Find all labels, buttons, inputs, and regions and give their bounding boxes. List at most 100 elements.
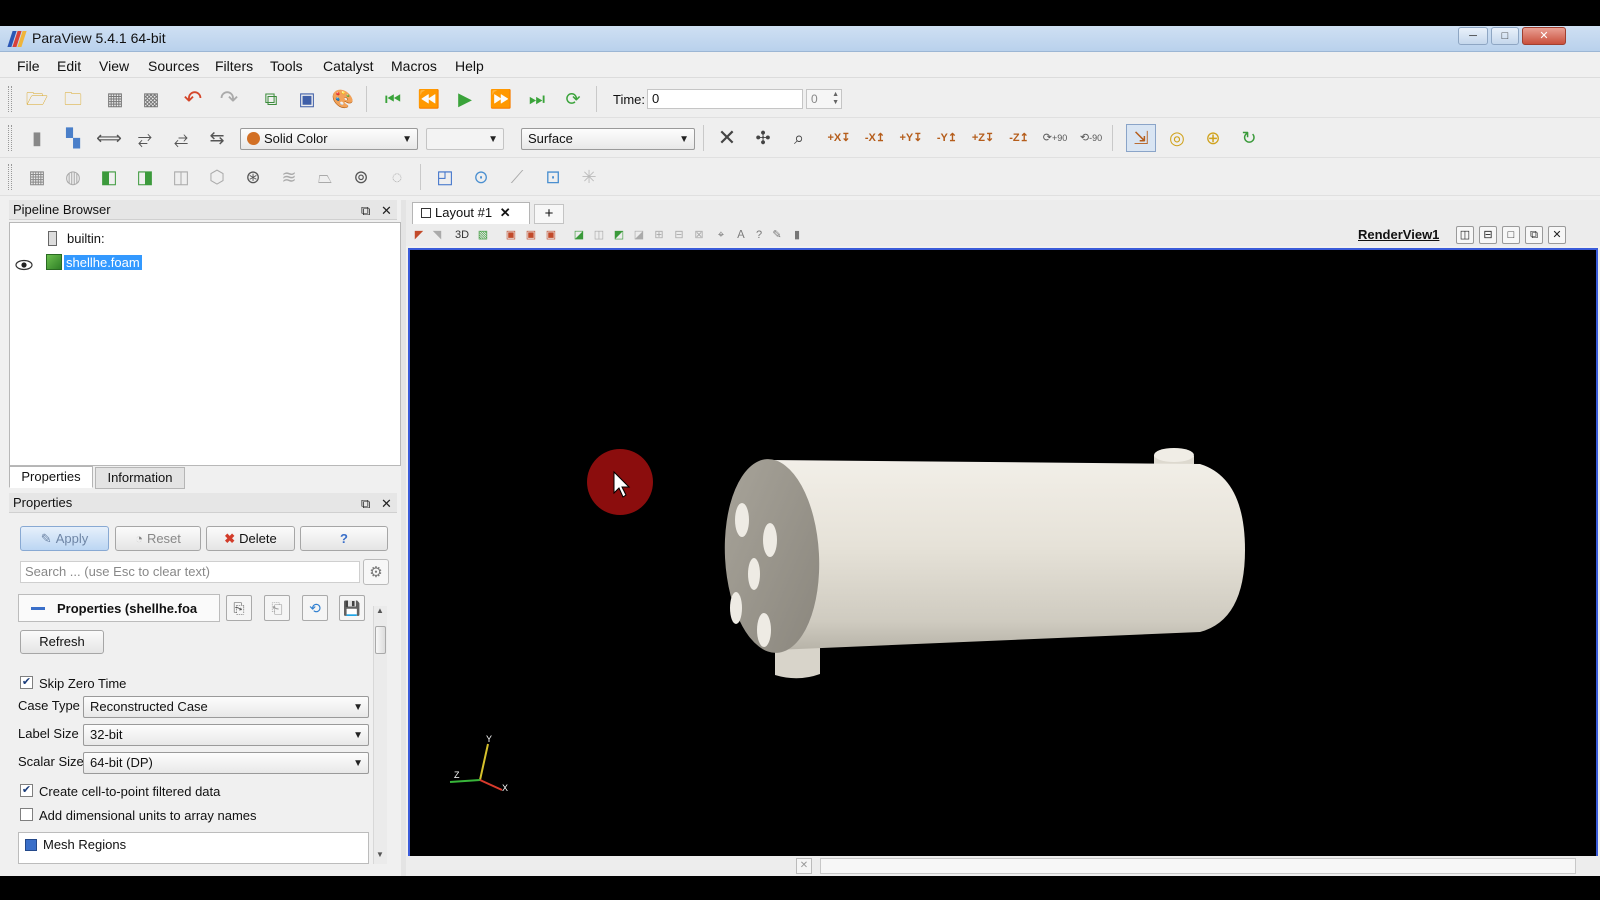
representation-select[interactable]: Surface ▼ — [521, 128, 695, 150]
rotate-minus-90-icon[interactable]: ⟲ -90 — [1074, 125, 1108, 151]
label-size-select[interactable]: 32-bit ▼ — [83, 724, 369, 746]
close-panel-icon[interactable]: ✕ — [381, 494, 392, 513]
hover-cells-icon[interactable]: ◪ — [632, 228, 646, 242]
apply-button[interactable]: ✎ Apply — [20, 526, 109, 551]
scroll-thumb[interactable] — [375, 626, 386, 654]
toolbar-grip[interactable] — [8, 86, 12, 112]
add-layout-tab-button[interactable]: + — [534, 204, 564, 224]
rescale-temporal-icon[interactable]: ⥄ — [168, 125, 194, 151]
delete-button[interactable]: ✖ Delete — [206, 526, 295, 551]
spin-arrows-icon[interactable]: ▲ ▼ — [832, 91, 839, 107]
split-vertical-icon[interactable]: ⊟ — [1479, 226, 1497, 244]
undo-icon[interactable]: ↶ — [180, 86, 206, 112]
menu-edit[interactable]: Edit — [57, 58, 81, 74]
first-frame-icon[interactable]: ⏮ — [380, 86, 406, 112]
reset-camera-icon[interactable]: ✕ — [714, 125, 740, 151]
find-data-icon[interactable]: ✳ — [576, 164, 602, 190]
menu-sources[interactable]: Sources — [148, 58, 199, 74]
color-by-select[interactable]: Solid Color ▼ — [240, 128, 418, 150]
save-screenshot-icon[interactable]: ▣ — [294, 86, 320, 112]
select-frustum-icon[interactable]: ▣ — [504, 228, 518, 242]
vcr-icon[interactable]: ▮ — [24, 125, 50, 151]
show-center-icon[interactable]: ◎ — [1164, 125, 1190, 151]
rescale-visible-icon[interactable]: ⇆ — [204, 125, 230, 151]
menu-catalyst[interactable]: Catalyst — [323, 58, 374, 74]
reset-center-icon[interactable]: ⊕ — [1200, 125, 1226, 151]
close-tab-icon[interactable]: ✕ — [500, 205, 511, 220]
calculator-icon[interactable]: ▦ — [24, 164, 50, 190]
close-panel-icon[interactable]: ✕ — [381, 201, 392, 220]
menu-help[interactable]: Help — [455, 58, 484, 74]
point-label-icon[interactable]: Ａ — [734, 228, 748, 242]
help-button[interactable]: ? — [300, 526, 388, 551]
panel-splitter[interactable] — [401, 200, 406, 876]
view-minus-z-icon[interactable]: -Z ↥ — [1002, 125, 1036, 151]
zoom-to-data-icon[interactable]: ✣ — [750, 125, 776, 151]
layout-tab[interactable]: Layout #1 ✕ — [412, 202, 530, 224]
skip-zero-time-checkbox[interactable]: ✔ — [20, 676, 33, 689]
group-datasets-icon[interactable]: ⊚ — [348, 164, 374, 190]
clip-icon[interactable]: ◧ — [96, 164, 122, 190]
rescale-custom-icon[interactable]: ⥂ — [132, 125, 158, 151]
pick-center-icon[interactable]: ↻ — [1236, 125, 1262, 151]
undock-icon[interactable]: ⧉ — [361, 494, 370, 513]
time-index-spinbox[interactable]: 0 ▲ ▼ — [806, 89, 842, 109]
reset-button[interactable]: ◔ Reset — [115, 526, 201, 551]
extract-level-icon[interactable]: ◌ — [384, 164, 410, 190]
copy-properties-icon[interactable]: ⎘ — [226, 595, 252, 621]
save-defaults-icon[interactable]: 💾 — [339, 595, 365, 621]
next-frame-icon[interactable]: ⏩ — [488, 86, 514, 112]
refresh-button[interactable]: Refresh — [20, 630, 104, 654]
maximize-button[interactable]: □ — [1491, 27, 1519, 45]
interactive-select-icon[interactable]: ◪ — [572, 228, 586, 242]
menu-filters[interactable]: Filters — [215, 58, 253, 74]
redo-icon[interactable]: ↷ — [216, 86, 242, 112]
grow-selection-icon[interactable]: ⊞ — [652, 228, 666, 242]
scalar-size-select[interactable]: 64-bit (DP) ▼ — [83, 752, 369, 774]
maximize-view-icon[interactable]: □ — [1502, 226, 1520, 244]
view-minus-x-icon[interactable]: -X ↥ — [858, 125, 892, 151]
advanced-gear-icon[interactable]: ⚙ — [363, 559, 389, 585]
render-view[interactable]: Y Z X — [408, 248, 1598, 872]
properties-scrollbar[interactable]: ▲ ▼ — [373, 606, 387, 864]
toggle-3d-button[interactable]: 3D — [452, 228, 472, 242]
abort-icon[interactable]: ✕ — [796, 858, 812, 874]
play-icon[interactable]: ▶ — [452, 86, 478, 112]
collapse-icon[interactable] — [31, 607, 45, 610]
zoom-to-box-icon[interactable]: ⌕ — [786, 125, 812, 151]
properties-search-input[interactable]: Search ... (use Esc to clear text) — [20, 561, 360, 583]
connect-server-icon[interactable]: ▦ — [102, 86, 128, 112]
capture-icon[interactable]: ▮ — [790, 228, 804, 242]
plot-over-line-icon[interactable]: ⟋ — [504, 164, 530, 190]
undock-view-icon[interactable]: ⧉ — [1525, 226, 1543, 244]
visibility-eye-icon[interactable] — [15, 259, 33, 271]
menu-file[interactable]: File — [17, 58, 40, 74]
view-plus-y-icon[interactable]: +Y ↧ — [894, 125, 928, 151]
color-map-editor-icon[interactable]: ▚ — [60, 125, 86, 151]
open-file-icon[interactable]: 🗁 — [24, 86, 50, 112]
cell-to-point-checkbox[interactable]: ✔ — [20, 784, 33, 797]
title-bar[interactable]: ParaView 5.4.1 64-bit ─ □ ✕ — [0, 26, 1600, 52]
mesh-regions-header-checkbox[interactable] — [25, 839, 37, 851]
shrink-selection-icon[interactable]: ⊟ — [672, 228, 686, 242]
view-plus-z-icon[interactable]: +Z ↧ — [966, 125, 1000, 151]
threshold-icon[interactable]: ◫ — [168, 164, 194, 190]
select-points-on-icon[interactable]: ◥ — [430, 228, 444, 242]
plot-over-time-icon[interactable]: ⊡ — [540, 164, 566, 190]
clear-selection-icon[interactable]: ⊠ — [692, 228, 706, 242]
split-horizontal-icon[interactable]: ◫ — [1456, 226, 1474, 244]
edit-selection-icon[interactable]: ⌖ — [714, 228, 728, 242]
close-view-icon[interactable]: ✕ — [1548, 226, 1566, 244]
scroll-down-icon[interactable]: ▼ — [376, 850, 384, 859]
loop-icon[interactable]: ⟳ — [560, 86, 586, 112]
menu-macros[interactable]: Macros — [391, 58, 437, 74]
paste-properties-icon[interactable]: ⎗ — [264, 595, 290, 621]
last-frame-icon[interactable]: ⏭ — [524, 86, 550, 112]
restore-defaults-icon[interactable]: ⟲ — [302, 595, 328, 621]
view-minus-y-icon[interactable]: -Y ↥ — [930, 125, 964, 151]
hover-points-icon[interactable]: ◩ — [612, 228, 626, 242]
menu-view[interactable]: View — [99, 58, 129, 74]
component-select[interactable]: ▼ — [426, 128, 504, 150]
glyph-icon[interactable]: ⊛ — [240, 164, 266, 190]
select-block-icon[interactable]: ▣ — [544, 228, 558, 242]
